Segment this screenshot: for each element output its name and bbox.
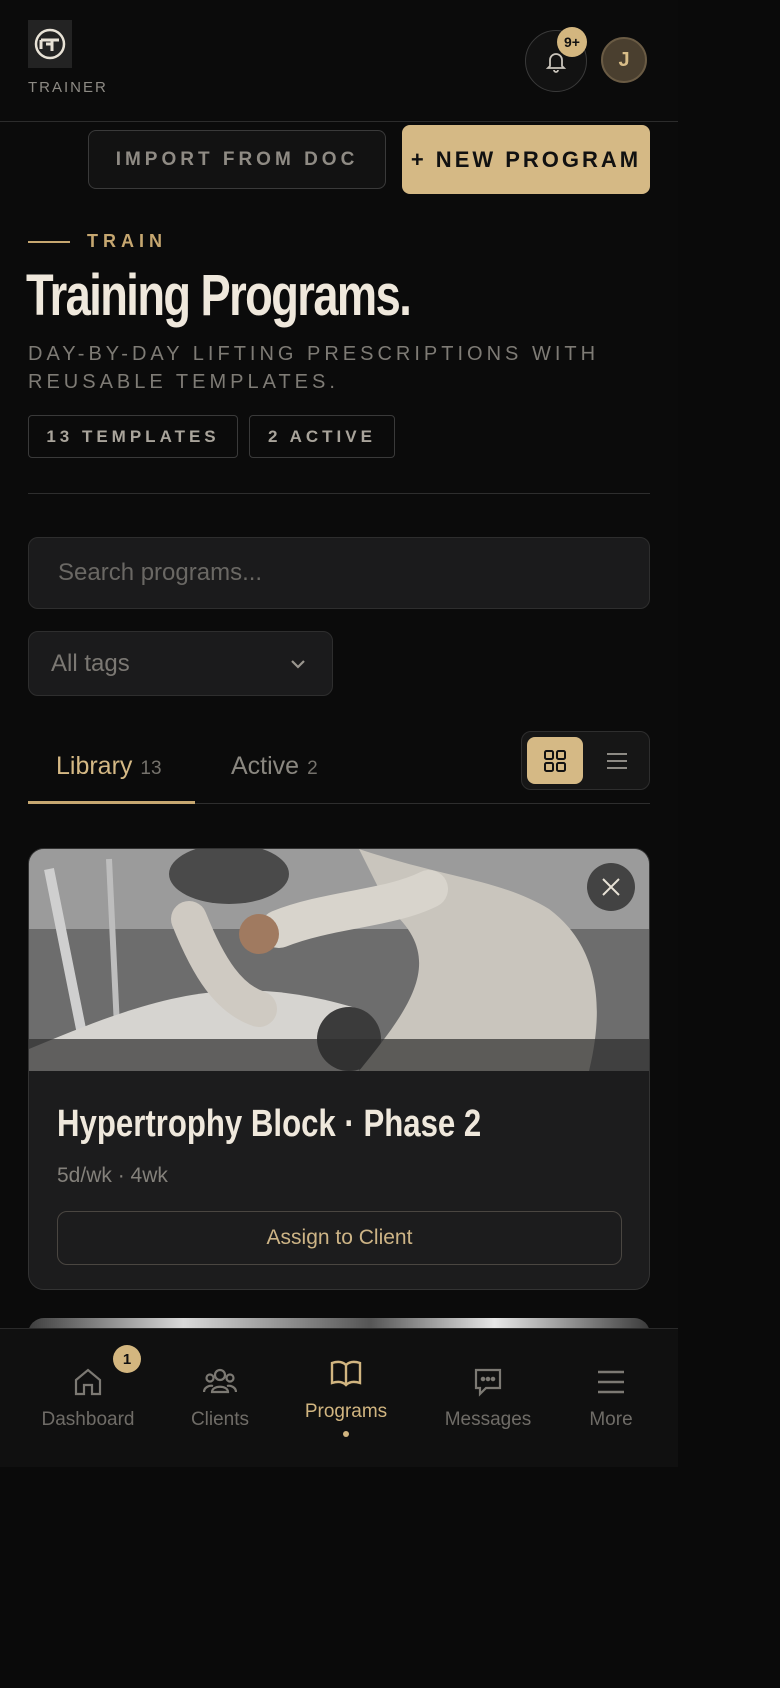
nav-messages[interactable]: Messages <box>438 1329 538 1467</box>
app-screen: TRAINER 9+ J IMPORT FROM DOC + NEW PROGR… <box>0 0 678 1467</box>
top-bar: TRAINER 9+ J <box>0 0 678 122</box>
tab-library[interactable]: Library 13 <box>56 752 162 781</box>
templates-count-badge: 13 TEMPLATES <box>28 415 238 458</box>
view-toggle <box>521 731 650 790</box>
brand-logo-icon[interactable] <box>28 20 72 68</box>
remove-program-button[interactable] <box>587 863 635 911</box>
eyebrow-rule <box>28 241 70 243</box>
book-icon <box>330 1360 362 1387</box>
nav-clients-label: Clients <box>190 1409 250 1430</box>
eyebrow-label: TRAIN <box>87 231 167 251</box>
chevron-down-icon <box>291 660 305 669</box>
nav-dashboard-label: Dashboard <box>41 1409 135 1430</box>
menu-icon <box>598 1370 624 1394</box>
role-label: TRAINER <box>28 79 108 96</box>
tab-active-count: 2 <box>307 758 318 779</box>
nav-messages-label: Messages <box>444 1409 532 1430</box>
bottom-nav: Dashboard Clients Programs Messages More <box>0 1328 678 1467</box>
search-input[interactable]: Search programs... <box>28 537 650 609</box>
tab-library-label: Library <box>56 752 133 780</box>
page-title: Training Programs. <box>26 263 412 328</box>
program-title: Hypertrophy Block · Phase 2 <box>57 1103 482 1145</box>
list-view-button[interactable] <box>591 737 643 784</box>
dashboard-badge: 1 <box>113 1345 141 1373</box>
import-from-doc-button[interactable]: IMPORT FROM DOC <box>88 130 386 189</box>
nav-clients[interactable]: Clients <box>180 1329 260 1467</box>
program-cover-image <box>29 849 649 1071</box>
list-icon <box>607 752 627 769</box>
notifications-badge: 9+ <box>557 27 587 57</box>
active-nav-indicator <box>343 1431 349 1437</box>
tag-filter-select[interactable]: All tags <box>28 631 333 696</box>
section-divider <box>28 493 650 494</box>
program-meta: 5d/wk · 4wk <box>57 1164 168 1187</box>
tab-active[interactable]: Active 2 <box>231 752 318 781</box>
program-card[interactable]: Hypertrophy Block · Phase 2 5d/wk · 4wk … <box>28 848 650 1290</box>
home-icon <box>74 1368 102 1396</box>
users-icon <box>203 1368 237 1394</box>
nav-programs-label: Programs <box>304 1401 388 1422</box>
active-tab-indicator <box>28 801 195 804</box>
active-count-badge: 2 ACTIVE <box>249 415 395 458</box>
assign-to-client-button[interactable]: Assign to Client <box>57 1211 622 1265</box>
nav-more[interactable]: More <box>576 1329 646 1467</box>
grid-icon <box>544 749 566 772</box>
nav-programs[interactable]: Programs <box>296 1329 396 1467</box>
nav-more-label: More <box>589 1409 633 1430</box>
page-subtitle: DAY-BY-DAY LIFTING PRESCRIPTIONS WITH RE… <box>28 343 600 393</box>
avatar[interactable]: J <box>601 37 647 83</box>
tab-library-count: 13 <box>140 758 162 779</box>
tag-filter-value: All tags <box>51 649 130 677</box>
message-icon <box>474 1368 502 1397</box>
close-icon <box>602 878 620 896</box>
new-program-button[interactable]: + NEW PROGRAM <box>402 125 650 194</box>
tab-active-label: Active <box>231 752 300 780</box>
grid-view-button[interactable] <box>527 737 583 784</box>
